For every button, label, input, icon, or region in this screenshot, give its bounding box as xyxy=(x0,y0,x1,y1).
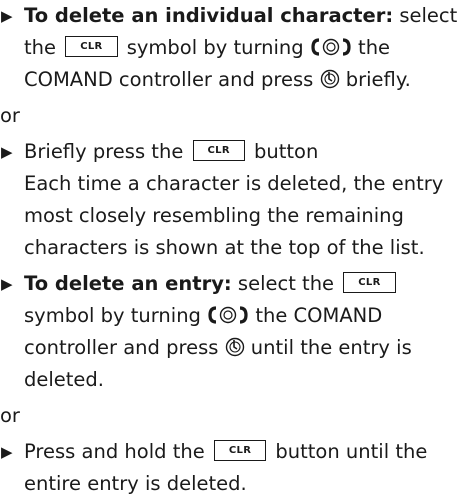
step-note: Each time a character is deleted, the en… xyxy=(24,172,444,259)
step-label: To delete an entry: xyxy=(24,272,232,295)
bullet-triangle-icon: ▶ xyxy=(1,275,13,293)
bullet-triangle-icon: ▶ xyxy=(1,7,13,25)
step-text: briefly. xyxy=(339,68,411,91)
step-text: button xyxy=(247,140,319,163)
clr-key: CLR xyxy=(65,36,118,57)
step-text: Press and hold the xyxy=(24,440,211,463)
or-separator: or xyxy=(0,404,20,427)
step-text: symbol by turning xyxy=(120,36,310,59)
press-controller-icon xyxy=(225,337,244,356)
step-delete-entry: ▶ To delete an entry: select the CLR sym… xyxy=(0,268,464,396)
step-label: To delete an individual character: xyxy=(24,4,394,27)
step-delete-character: ▶ To delete an individual character: sel… xyxy=(0,0,464,96)
step-press-clr: ▶ Briefly press the CLR button Each time… xyxy=(0,136,464,264)
clr-key: CLR xyxy=(213,440,267,461)
rotate-controller-icon xyxy=(311,37,351,56)
step-text: symbol by turning xyxy=(24,304,208,327)
clr-key: CLR xyxy=(192,140,245,161)
rotate-controller-icon xyxy=(208,305,248,324)
step-text: Briefly press the xyxy=(24,140,190,163)
instruction-page: ▶ To delete an individual character: sel… xyxy=(0,0,464,495)
or-separator: or xyxy=(0,104,20,127)
step-hold-clr: ▶ Press and hold the CLR button until th… xyxy=(0,436,464,500)
step-text: select the xyxy=(231,272,341,295)
press-controller-icon xyxy=(320,69,339,88)
bullet-triangle-icon: ▶ xyxy=(1,143,13,161)
bullet-triangle-icon: ▶ xyxy=(1,443,13,461)
clr-key: CLR xyxy=(343,272,396,293)
